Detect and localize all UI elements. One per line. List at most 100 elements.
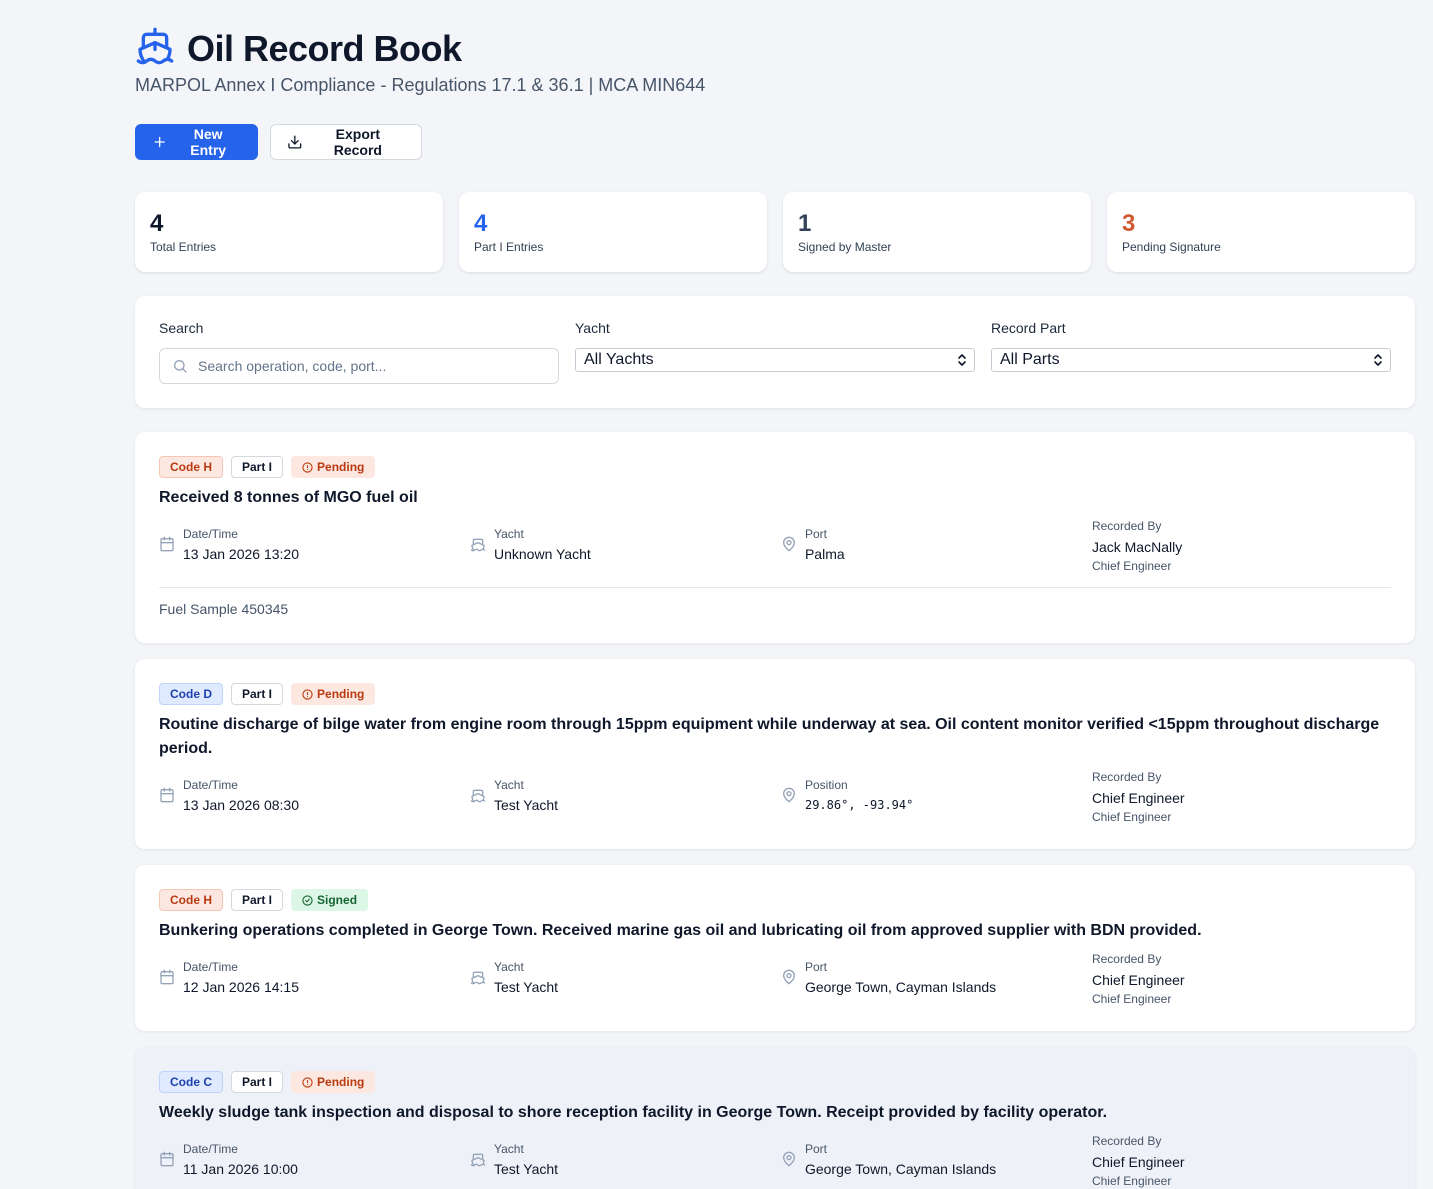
meta-label: Date/Time bbox=[183, 960, 238, 974]
entry-title: Received 8 tonnes of MGO fuel oil bbox=[159, 489, 418, 506]
status-label: Pending bbox=[317, 1075, 365, 1089]
meta-value: 13 Jan 2026 13:20 bbox=[183, 546, 299, 562]
ship-icon bbox=[470, 971, 486, 985]
chevron-up-down-icon bbox=[958, 354, 966, 366]
plus-icon bbox=[154, 136, 165, 148]
recorded-by-name: Chief Engineer bbox=[1091, 972, 1185, 988]
yacht-select[interactable]: All Yachts bbox=[575, 348, 975, 372]
stat-total-entries: 4 Total Entries bbox=[135, 192, 443, 272]
meta-label: Recorded By bbox=[1091, 519, 1162, 533]
stats-row: 4 Total Entries 4 Part I Entries 1 Signe… bbox=[135, 192, 1415, 272]
meta-yacht: Yacht Test Yacht bbox=[470, 959, 781, 1007]
search-label: Search bbox=[159, 320, 204, 336]
page-header: Oil Record Book bbox=[135, 26, 462, 71]
divider bbox=[159, 587, 1391, 588]
part-badge: Part I bbox=[231, 889, 284, 911]
meta-value: 12 Jan 2026 14:15 bbox=[183, 979, 299, 995]
alert-circle-icon bbox=[302, 1076, 313, 1088]
yacht-filter: Yacht All Yachts bbox=[575, 320, 975, 384]
toolbar: New Entry Export Record bbox=[135, 124, 422, 160]
meta-yacht: Yacht Test Yacht bbox=[470, 1141, 781, 1189]
check-circle-icon bbox=[302, 894, 313, 906]
recorded-by-role: Chief Engineer bbox=[1091, 1174, 1172, 1188]
meta-label: Port bbox=[804, 1142, 827, 1156]
meta-label: Recorded By bbox=[1091, 770, 1162, 784]
entry-card[interactable]: Code D Part I Pending Routine discharge … bbox=[135, 659, 1415, 849]
meta-location: Port Palma bbox=[781, 526, 1092, 574]
recorded-by-role: Chief Engineer bbox=[1091, 559, 1172, 573]
page-title: Oil Record Book bbox=[187, 27, 462, 69]
download-icon bbox=[288, 135, 302, 149]
meta-value: 13 Jan 2026 08:30 bbox=[183, 797, 299, 813]
code-badge: Code D bbox=[159, 683, 223, 705]
status-badge: Pending bbox=[291, 456, 376, 478]
meta-label: Port bbox=[804, 960, 827, 974]
search-icon bbox=[174, 360, 187, 373]
calendar-icon bbox=[160, 969, 174, 985]
meta-label: Date/Time bbox=[183, 527, 238, 541]
stat-value: 1 bbox=[798, 210, 812, 237]
chevron-up-down-icon bbox=[1374, 354, 1382, 366]
entry-meta: Date/Time 12 Jan 2026 14:15 Yacht Test Yac… bbox=[159, 952, 1391, 1007]
meta-label: Yacht bbox=[493, 960, 524, 974]
map-pin-icon bbox=[782, 787, 795, 803]
meta-datetime: Date/Time 12 Jan 2026 14:15 bbox=[159, 959, 470, 1007]
record-part-label: Record Part bbox=[991, 320, 1066, 336]
meta-location: Position 29.86°, -93.94° bbox=[781, 777, 1092, 825]
meta-yacht: Yacht Test Yacht bbox=[470, 777, 781, 825]
meta-location: Port George Town, Cayman Islands bbox=[781, 1141, 1092, 1189]
code-badge: Code H bbox=[159, 456, 223, 478]
meta-label: Recorded By bbox=[1091, 952, 1162, 966]
meta-value: Palma bbox=[804, 546, 845, 562]
new-entry-button[interactable]: New Entry bbox=[135, 124, 258, 160]
page-subtitle: MARPOL Annex I Compliance - Regulations … bbox=[135, 75, 706, 95]
entry-card[interactable]: Code C Part I Pending Weekly sludge tank… bbox=[135, 1047, 1415, 1189]
meta-label: Date/Time bbox=[183, 778, 238, 792]
search-filter: Search bbox=[159, 320, 559, 384]
meta-yacht: Yacht Unknown Yacht bbox=[470, 526, 781, 574]
meta-recorded-by: Recorded By Chief Engineer Chief Enginee… bbox=[1092, 1133, 1391, 1189]
filters-panel: Search Yacht All Yachts Record Part All … bbox=[135, 296, 1415, 408]
meta-value: Test Yacht bbox=[493, 979, 559, 995]
meta-value: Unknown Yacht bbox=[493, 546, 591, 562]
entry-title: Routine discharge of bilge water from en… bbox=[159, 716, 1380, 757]
yacht-label: Yacht bbox=[575, 320, 610, 336]
search-input[interactable] bbox=[198, 358, 538, 374]
stat-label: Pending Signature bbox=[1122, 240, 1221, 254]
calendar-icon bbox=[160, 536, 174, 552]
stat-value: 4 bbox=[150, 210, 164, 237]
code-badge: Code C bbox=[159, 1071, 223, 1093]
status-label: Pending bbox=[317, 687, 365, 701]
record-part-select[interactable]: All Parts bbox=[991, 348, 1391, 372]
meta-value: George Town, Cayman Islands bbox=[804, 1161, 997, 1177]
meta-label: Recorded By bbox=[1091, 1134, 1162, 1148]
entry-badges: Code C Part I Pending bbox=[159, 1071, 1391, 1093]
recorded-by-role: Chief Engineer bbox=[1091, 810, 1172, 824]
meta-datetime: Date/Time 13 Jan 2026 13:20 bbox=[159, 526, 470, 574]
recorded-by-role: Chief Engineer bbox=[1091, 992, 1172, 1006]
meta-label: Port bbox=[804, 527, 827, 541]
map-pin-icon bbox=[782, 536, 795, 552]
search-box[interactable] bbox=[159, 348, 559, 384]
map-pin-icon bbox=[782, 1151, 795, 1167]
meta-value: Test Yacht bbox=[493, 1161, 559, 1177]
meta-value: Test Yacht bbox=[493, 797, 559, 813]
entry-card[interactable]: Code H Part I Pending Received 8 tonnes … bbox=[135, 432, 1415, 643]
entry-badges: Code H Part I Signed bbox=[159, 889, 1391, 911]
meta-recorded-by: Recorded By Chief Engineer Chief Enginee… bbox=[1092, 769, 1391, 825]
export-record-label: Export Record bbox=[333, 126, 382, 158]
entry-card[interactable]: Code H Part I Signed Bunkering operation… bbox=[135, 865, 1415, 1031]
meta-label: Position bbox=[804, 778, 848, 792]
recorded-by-name: Chief Engineer bbox=[1091, 1154, 1185, 1170]
ship-icon bbox=[135, 26, 175, 71]
meta-datetime: Date/Time 11 Jan 2026 10:00 bbox=[159, 1141, 470, 1189]
entry-badges: Code H Part I Pending bbox=[159, 456, 1391, 478]
new-entry-label: New Entry bbox=[190, 126, 227, 158]
yacht-select-value: All Yachts bbox=[584, 351, 654, 368]
stat-label: Signed by Master bbox=[798, 240, 892, 254]
status-label: Pending bbox=[317, 460, 365, 474]
part-badge: Part I bbox=[231, 683, 284, 705]
export-record-button[interactable]: Export Record bbox=[270, 124, 422, 160]
meta-recorded-by: Recorded By Chief Engineer Chief Enginee… bbox=[1092, 951, 1391, 1007]
map-pin-icon bbox=[782, 969, 795, 985]
